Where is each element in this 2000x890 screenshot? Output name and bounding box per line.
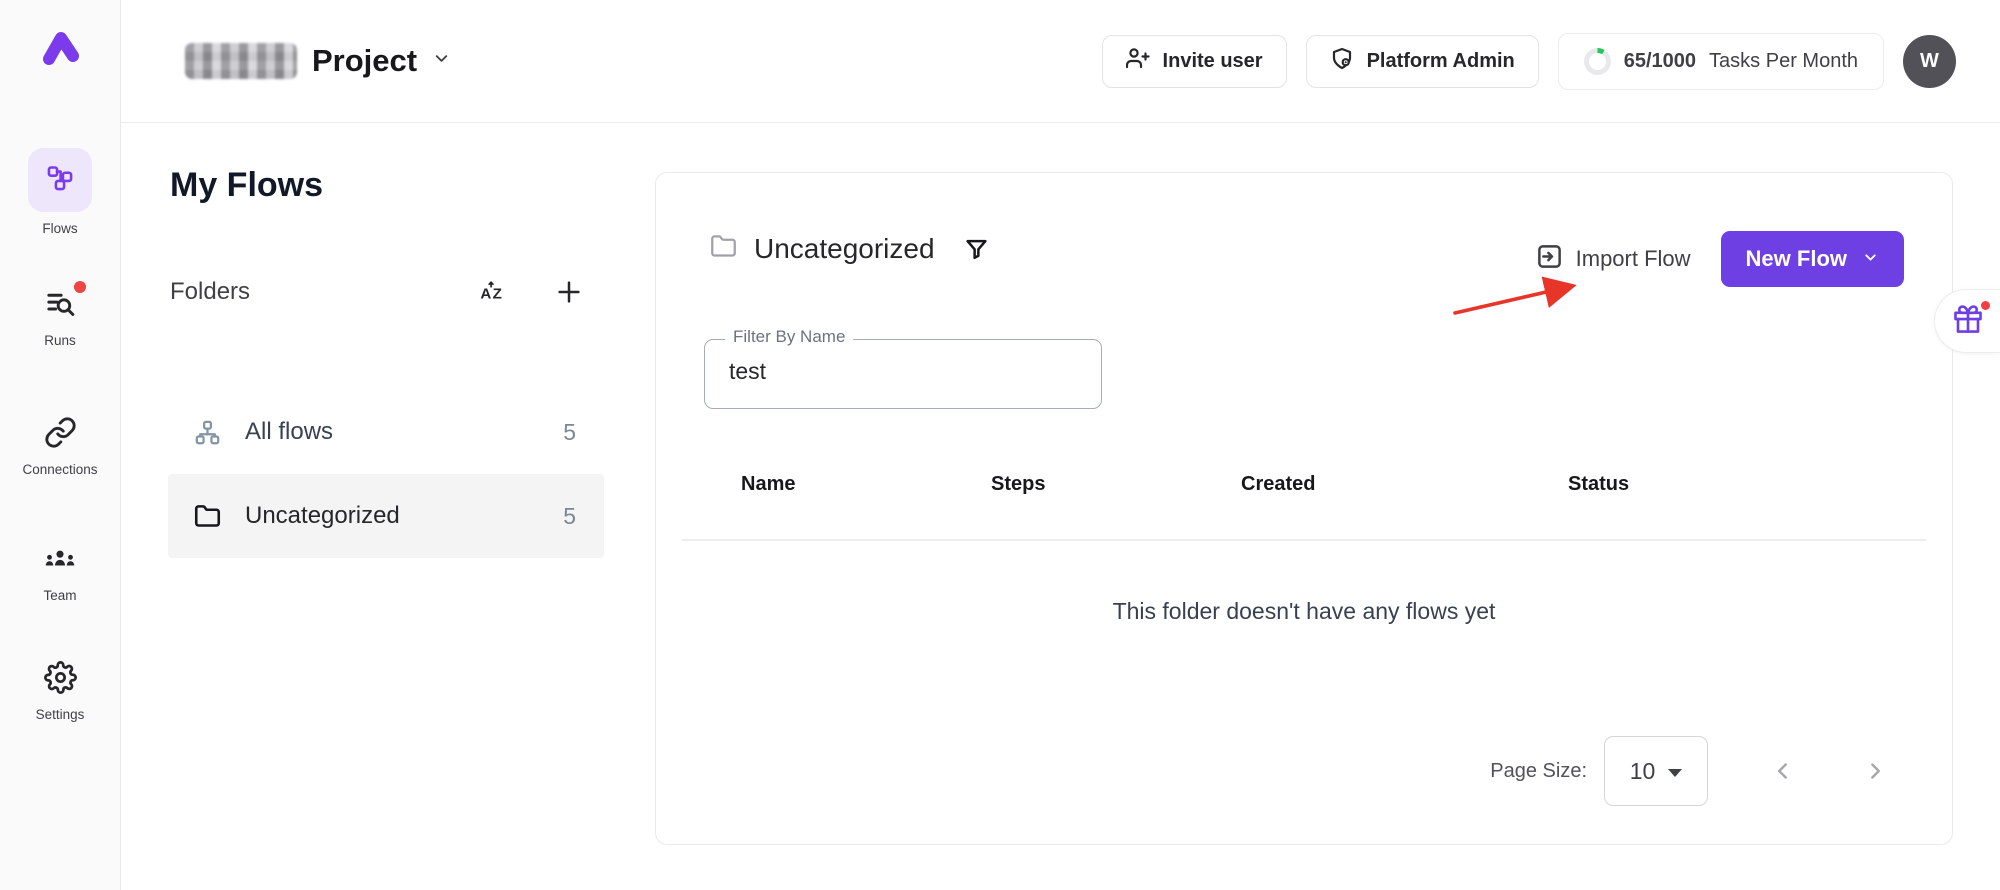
sidebar-item-label: Settings [36,707,85,722]
flows-panel: Uncategorized Import Flow New Flow [655,172,1953,845]
filter-field-label: Filter By Name [725,327,853,347]
chevron-down-icon [1862,246,1879,272]
empty-state-message: This folder doesn't have any flows yet [656,598,1952,625]
hierarchy-icon [194,419,221,446]
platform-admin-button[interactable]: Platform Admin [1306,35,1539,88]
column-header-created: Created [1241,473,1315,496]
folder-icon [194,503,221,530]
folder-row-uncategorized[interactable]: Uncategorized 5 [168,474,604,558]
avatar[interactable]: W [1903,35,1956,88]
page-size-select[interactable]: 10 [1604,736,1708,806]
import-icon [1536,243,1563,276]
user-plus-icon [1126,46,1150,76]
import-flow-label: Import Flow [1576,246,1691,272]
pagination: Page Size: 10 [1490,735,1888,807]
sidebar-item-label: Team [43,588,76,603]
folder-count: 5 [563,503,576,530]
sidebar-item-label: Connections [22,462,97,477]
new-flow-button[interactable]: New Flow [1721,231,1904,287]
filter-by-name-input[interactable] [729,340,1069,402]
folder-label: Uncategorized [245,502,400,530]
folder-list: All flows 5 Uncategorized 5 [168,390,604,558]
panel-heading-row: Uncategorized [710,233,989,265]
gear-icon [44,661,77,699]
folders-header: Folders A Z [170,272,584,312]
sidebar-item-flows[interactable]: Flows [0,148,120,236]
invite-user-label: Invite user [1163,50,1263,73]
table-header-divider [682,539,1926,541]
sidebar-item-label: Runs [44,333,76,348]
next-page-button[interactable] [1862,758,1888,784]
folders-heading: Folders [170,278,250,306]
column-header-name: Name [741,473,795,496]
chevron-down-icon [432,49,451,73]
panel-actions: Import Flow New Flow [1536,231,1904,287]
project-name: Project [312,43,417,79]
whats-new-gift-button[interactable] [1934,289,2000,353]
import-flow-button[interactable]: Import Flow [1536,243,1691,276]
svg-text:A: A [480,285,491,302]
redacted-project-name [185,43,297,79]
tasks-count: 65/1000 [1624,50,1696,73]
svg-text:Z: Z [493,285,502,302]
sidebar: Flows Runs [0,0,121,890]
activepieces-logo[interactable] [38,26,84,72]
flows-active-tile [28,148,92,212]
team-people-icon [43,542,77,581]
select-caret-icon [1668,769,1682,777]
runs-list-search-icon [44,287,77,325]
sidebar-item-runs[interactable]: Runs [0,288,120,348]
tasks-caption: Tasks Per Month [1709,50,1858,73]
filter-by-name-field: Filter By Name [704,339,1102,409]
tasks-usage-widget[interactable]: 65/1000 Tasks Per Month [1558,33,1884,90]
topbar-actions: Invite user Platform Admin 65/1000 Tasks… [1102,0,1956,122]
column-header-steps: Steps [991,473,1045,496]
page-size-label: Page Size: [1490,760,1587,783]
page-size-value: 10 [1630,758,1656,785]
sidebar-item-team[interactable]: Team [0,543,120,603]
tasks-progress-donut [1584,48,1611,75]
folder-row-all-flows[interactable]: All flows 5 [168,390,604,474]
invite-user-button[interactable]: Invite user [1102,35,1287,88]
app-window: Flows Runs [0,0,2000,890]
filter-funnel-icon[interactable] [964,237,989,262]
sidebar-item-connections[interactable]: Connections [0,417,120,477]
panel-heading: Uncategorized [754,233,935,265]
topbar: Project Invite user [121,0,2000,123]
platform-admin-label: Platform Admin [1367,50,1515,73]
add-folder-button[interactable] [554,277,584,307]
folder-icon [710,233,737,265]
page-title: My Flows [170,166,323,205]
project-switcher[interactable]: Project [185,0,451,122]
sidebar-item-label: Flows [42,221,77,236]
gift-icon [1953,304,1983,339]
workflow-icon [46,164,74,197]
folder-label: All flows [245,418,333,446]
link-icon [44,416,77,454]
gift-notification-dot [1981,301,1990,310]
runs-notification-dot [74,281,86,293]
folder-count: 5 [563,419,576,446]
sort-az-icon[interactable]: A Z [478,278,506,306]
shield-icon [1330,46,1354,76]
previous-page-button[interactable] [1770,758,1796,784]
sidebar-item-settings[interactable]: Settings [0,662,120,722]
column-header-status: Status [1568,473,1629,496]
new-flow-label: New Flow [1746,246,1847,272]
